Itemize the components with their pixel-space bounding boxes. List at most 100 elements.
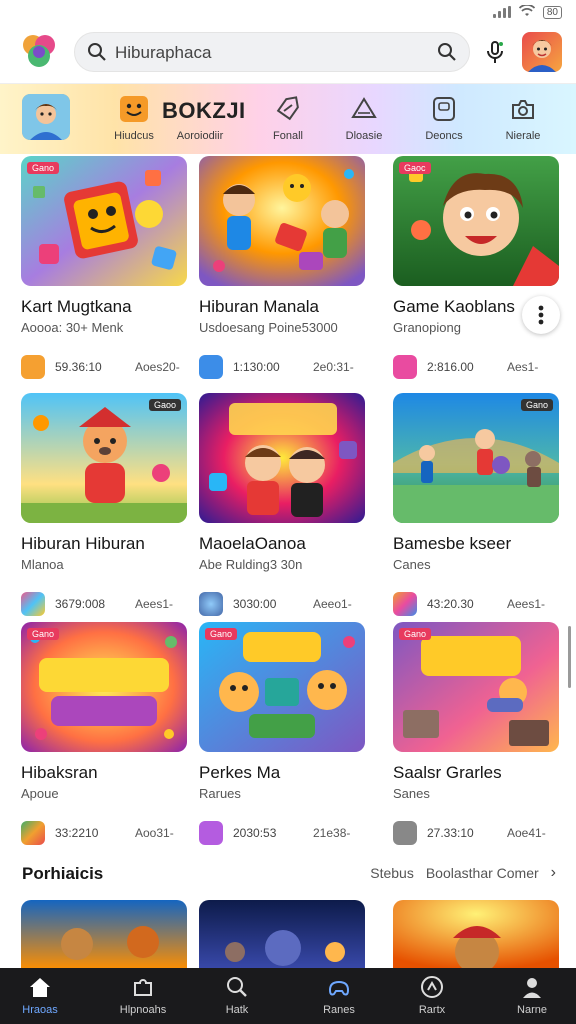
game-action[interactable]: Aes1- — [507, 360, 538, 374]
game-thumbnail[interactable] — [21, 900, 187, 970]
game-thumbnail[interactable] — [199, 900, 365, 970]
nav-item-compass[interactable]: Rartx — [384, 974, 480, 1016]
signal-icon — [492, 6, 511, 18]
home-icon — [0, 974, 88, 1000]
game-card[interactable]: Hiburan Manala Usdoesang Poine53000 1:13… — [199, 156, 365, 379]
game-subtitle: Aoooa: 30+ Menk — [21, 320, 124, 335]
more-options-icon[interactable] — [522, 296, 560, 334]
search-bar[interactable]: Hiburaphaca — [74, 32, 470, 72]
camera-icon — [507, 94, 539, 124]
nav-item-games[interactable]: Ranes — [291, 974, 387, 1016]
game-title: Hibaksran — [21, 763, 98, 782]
game-action[interactable]: Aees1- — [507, 597, 545, 611]
scrollbar[interactable] — [568, 626, 571, 688]
category-item-deoncs[interactable]: Deoncs — [408, 94, 480, 150]
category-item-nierale[interactable]: Nierale — [487, 94, 559, 150]
section-link[interactable]: Stebus — [370, 865, 414, 881]
game-card[interactable]: Gano Saalsr Grarles Sanes 27.33:10 Aoe41… — [393, 622, 559, 845]
category-label: Aoroiodiir — [176, 130, 224, 142]
app-header: Hiburaphaca — [0, 26, 576, 84]
game-subtitle: Sanes — [393, 786, 430, 801]
nav-item-profile[interactable]: Narne — [484, 974, 576, 1016]
app-icon — [21, 821, 45, 845]
game-thumbnail[interactable]: Gaoc — [393, 156, 559, 286]
game-card[interactable]: Gaoo Hiburan Hiburan Mlanoa 3679:008 Aee… — [21, 393, 187, 616]
game-action[interactable]: Aoo31- — [135, 826, 174, 840]
avatar[interactable] — [522, 32, 562, 72]
game-card[interactable]: MaoelaOanoa Abe Rulding3 30n 3030:00 Aee… — [199, 393, 365, 616]
status-icons: 80 — [492, 4, 562, 19]
wifi-icon — [518, 4, 536, 19]
game-action[interactable]: Aees1- — [135, 597, 173, 611]
game-action[interactable]: 2e0:31- — [313, 360, 354, 374]
game-size: 43:20.30 — [427, 597, 474, 611]
blank-icon — [184, 94, 216, 124]
app-icon — [393, 355, 417, 379]
game-size: 59.36:10 — [55, 360, 102, 374]
app-icon — [393, 592, 417, 616]
nav-item-puzzle[interactable]: Hlpnoahs — [95, 974, 191, 1016]
game-title: Perkes Ma — [199, 763, 281, 782]
microphone-icon[interactable] — [484, 40, 506, 66]
nav-label: Rartx — [418, 1004, 446, 1016]
game-size: 33:2210 — [55, 826, 99, 840]
game-thumbnail[interactable]: Gaoo — [21, 393, 187, 523]
game-thumbnail[interactable] — [199, 393, 365, 523]
game-thumbnail[interactable]: Gano — [199, 622, 365, 752]
search-input[interactable]: Hiburaphaca — [115, 43, 211, 63]
game-thumbnail[interactable]: Gano — [21, 622, 187, 752]
game-thumbnail[interactable]: Gano — [21, 156, 187, 286]
game-thumbnail[interactable]: Gano — [393, 622, 559, 752]
game-card[interactable]: Gaoc Game Kaoblans Granopiong 2:816.00 A… — [393, 156, 559, 379]
app-icon — [21, 592, 45, 616]
game-title: Hiburan Manala — [199, 297, 320, 316]
triangle-icon — [348, 94, 380, 124]
game-action[interactable]: 21e38- — [313, 826, 350, 840]
game-thumbnail[interactable] — [199, 156, 365, 286]
game-card[interactable]: Gano Kart Mugtkana Aoooa: 30+ Menk 59.36… — [21, 156, 187, 379]
box-icon — [428, 94, 460, 124]
category-item-fonall[interactable]: Fonall — [252, 94, 324, 150]
chevron-right-icon[interactable]: › — [551, 864, 556, 882]
game-action[interactable]: Aeeo1- — [313, 597, 352, 611]
app-icon — [21, 355, 45, 379]
game-card[interactable]: Gano Bamesbe kseer Canes 43:20.30 Aees1- — [393, 393, 559, 616]
nav-label: Ranes — [323, 1004, 355, 1016]
category-featured-thumbnail[interactable] — [22, 94, 70, 140]
app-icon — [199, 821, 223, 845]
category-item-hiudcus[interactable]: Hiudcus — [98, 94, 170, 150]
search-submit-icon[interactable] — [437, 42, 457, 67]
game-meta: 33:2210 Aoo31- — [21, 821, 187, 845]
tag-icon — [272, 94, 304, 124]
game-card[interactable]: Gano Hibaksran Apoue 33:2210 Aoo31- — [21, 622, 187, 845]
battery-icon: 80 — [542, 5, 562, 19]
nav-item-home[interactable]: Hraoas — [0, 974, 88, 1016]
category-item-aoroiodiir[interactable]: Aoroiodiir — [164, 94, 236, 150]
category-item-dloasie[interactable]: Dloasie — [328, 94, 400, 150]
game-meta: 59.36:10 Aoes20- — [21, 355, 187, 379]
game-card[interactable]: Gano Perkes Ma Rarues 2030:53 21e38- — [199, 622, 365, 845]
gamepad-icon — [291, 974, 387, 1000]
game-meta: 3679:008 Aees1- — [21, 592, 187, 616]
game-badge: Gaoc — [399, 162, 431, 174]
nav-label: Hatk — [225, 1004, 249, 1016]
game-action[interactable]: Aoes20- — [135, 360, 180, 374]
game-title: Kart Mugtkana — [21, 297, 132, 316]
search-icon — [189, 974, 285, 1000]
app-logo[interactable] — [20, 32, 58, 70]
section-link[interactable]: Boolasthar Comer — [426, 865, 539, 881]
game-action[interactable]: Aoe41- — [507, 826, 546, 840]
compass-icon — [384, 974, 480, 1000]
nav-item-search[interactable]: Hatk — [189, 974, 285, 1016]
category-label: Nierale — [505, 130, 541, 142]
status-bar: 80 — [0, 0, 576, 26]
game-title: Hiburan Hiburan — [21, 534, 145, 553]
game-meta: 2:816.00 Aes1- — [393, 355, 559, 379]
game-thumbnail[interactable] — [393, 900, 559, 970]
category-label: Fonall — [273, 130, 303, 142]
game-badge: Gano — [520, 399, 553, 411]
game-subtitle: Usdoesang Poine53000 — [199, 320, 338, 335]
game-thumbnail[interactable]: Gano — [393, 393, 559, 523]
game-meta: 27.33:10 Aoe41- — [393, 821, 559, 845]
game-size: 2030:53 — [233, 826, 277, 840]
